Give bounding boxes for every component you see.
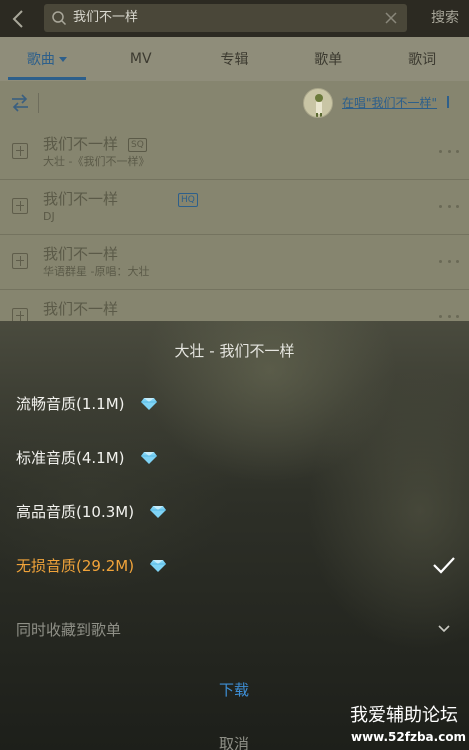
quality-option-lossless[interactable]: 无损音质(29.2M) bbox=[0, 541, 469, 591]
diamond-icon bbox=[141, 452, 157, 464]
add-icon[interactable] bbox=[12, 198, 28, 214]
song-title: 我们不一样 bbox=[43, 245, 119, 263]
add-icon[interactable] bbox=[12, 253, 28, 269]
more-options-icon[interactable] bbox=[439, 147, 459, 155]
tab-label: MV bbox=[129, 51, 152, 67]
song-row[interactable]: 我们不一样 华语群星 -原唱：大壮 bbox=[0, 235, 469, 290]
search-input[interactable]: 我们不一样 bbox=[44, 4, 407, 32]
search-query-text: 我们不一样 bbox=[73, 10, 139, 25]
song-subtitle: DJ bbox=[43, 210, 55, 223]
tab-label: 歌词 bbox=[408, 52, 437, 68]
top-bar: 我们不一样 搜索 bbox=[0, 0, 469, 37]
song-title: 我们不一样 bbox=[43, 300, 119, 318]
quality-badge-sq: SQ bbox=[128, 138, 147, 152]
more-options-icon[interactable] bbox=[439, 202, 459, 210]
active-tab-indicator bbox=[8, 77, 86, 80]
song-title: 我们不一样 bbox=[43, 135, 119, 153]
diamond-icon bbox=[150, 560, 166, 572]
add-icon[interactable] bbox=[12, 143, 28, 159]
song-subtitle: 大壮 -《我们不一样》 bbox=[43, 155, 150, 168]
quality-option-smooth[interactable]: 流畅音质(1.1M) bbox=[0, 379, 469, 429]
play-mode-icon[interactable] bbox=[10, 94, 30, 112]
download-button[interactable]: 下载 bbox=[184, 675, 284, 703]
quality-label: 无损音质(29.2M) bbox=[16, 557, 135, 575]
watermark-title: 我爱辅助论坛 bbox=[350, 705, 458, 726]
tab-label: 歌单 bbox=[314, 52, 343, 68]
song-row[interactable]: 我们不一样 SQ 大壮 -《我们不一样》 bbox=[0, 125, 469, 180]
back-button[interactable] bbox=[4, 4, 32, 34]
result-tabs: 歌曲 MV 专辑 歌单 歌词 bbox=[0, 37, 469, 81]
search-button[interactable]: 搜索 bbox=[431, 9, 459, 27]
close-icon bbox=[385, 12, 397, 24]
song-row[interactable]: 我们不一样 bbox=[0, 290, 469, 325]
quality-label: 标准音质(4.1M) bbox=[16, 449, 125, 467]
song-title: 我们不一样 bbox=[43, 190, 119, 208]
divider bbox=[38, 93, 39, 113]
tab-label: 专辑 bbox=[220, 52, 249, 68]
singer-avatar[interactable] bbox=[303, 88, 333, 118]
search-icon bbox=[52, 11, 67, 26]
tab-lyrics[interactable]: 歌词 bbox=[375, 37, 469, 81]
cancel-button[interactable]: 取消 bbox=[184, 729, 284, 750]
now-playing-bar-icon bbox=[447, 96, 449, 108]
caret-down-icon bbox=[58, 56, 67, 62]
tab-label: 歌曲 bbox=[26, 52, 55, 68]
song-subtitle: 华语群星 -原唱：大壮 bbox=[43, 265, 150, 278]
chevron-down-icon[interactable] bbox=[437, 623, 451, 635]
quality-label: 高品音质(10.3M) bbox=[16, 503, 135, 521]
tab-playlists[interactable]: 歌单 bbox=[281, 37, 375, 81]
download-quality-sheet: 大壮 - 我们不一样 流畅音质(1.1M) 标准音质(4.1M) 高品音质(10… bbox=[0, 321, 469, 750]
back-arrow-icon bbox=[12, 10, 23, 28]
tab-mv[interactable]: MV bbox=[94, 37, 188, 81]
watermark-url: www.52fzba.com bbox=[351, 730, 467, 744]
tab-songs[interactable]: 歌曲 bbox=[0, 37, 94, 81]
more-options-icon[interactable] bbox=[439, 257, 459, 265]
clear-search-button[interactable] bbox=[383, 9, 399, 27]
collect-to-playlist-option[interactable]: 同时收藏到歌单 bbox=[16, 620, 121, 640]
quality-badge-hq: HQ bbox=[178, 193, 198, 207]
tab-albums[interactable]: 专辑 bbox=[188, 37, 282, 81]
diamond-icon bbox=[141, 398, 157, 410]
now-playing-link[interactable]: 在唱"我们不一样" bbox=[342, 95, 437, 111]
sheet-title: 大壮 - 我们不一样 bbox=[174, 342, 295, 360]
quality-label: 流畅音质(1.1M) bbox=[16, 395, 125, 413]
song-row[interactable]: 我们不一样 HQ DJ bbox=[0, 180, 469, 235]
quality-option-high[interactable]: 高品音质(10.3M) bbox=[0, 487, 469, 537]
check-icon bbox=[433, 557, 455, 574]
quality-option-standard[interactable]: 标准音质(4.1M) bbox=[0, 433, 469, 483]
more-options-icon[interactable] bbox=[439, 312, 459, 320]
song-list: 我们不一样 SQ 大壮 -《我们不一样》 我们不一样 HQ DJ 我们不一样 华… bbox=[0, 125, 469, 325]
diamond-icon bbox=[150, 506, 166, 518]
